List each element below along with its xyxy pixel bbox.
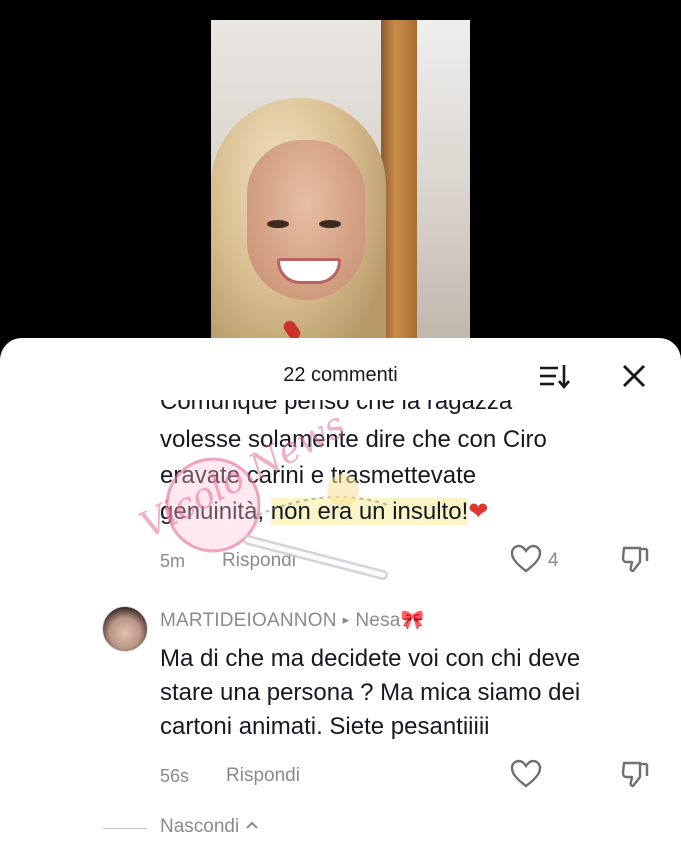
username[interactable]: MARTIDEIOANNON [160,610,337,631]
thumbs-down-icon[interactable] [620,544,650,574]
eye [319,220,341,228]
reply-button[interactable]: Rispondi [222,550,296,572]
wardrobe-door [381,20,417,350]
comment-line: cartoni animati. Siete pesantiiiii [160,713,490,740]
comments-count-title: 22 commenti [283,364,398,386]
reply-to-username[interactable]: Nesa [355,610,400,631]
comment-line: Ma di che ma decidete voi con chi deve [160,645,581,672]
avatar[interactable] [102,606,148,652]
comment-line: volesse solamente dire che con Ciro [160,426,547,453]
eye [267,220,289,228]
video-thumbnail[interactable] [211,20,470,350]
comment-author[interactable]: MARTIDEIOANNON ▸ Nesa🎀 [160,608,424,632]
heart-outline-icon[interactable] [510,544,542,574]
sort-icon[interactable] [538,362,570,390]
bow-emoji: 🎀 [400,610,425,631]
divider-line [103,828,147,829]
heart-outline-icon[interactable] [510,759,542,789]
highlighted-text: non era un insulto! [270,498,469,525]
comment-text: Ma di che ma decidete voi con chi deve s… [160,642,650,744]
comments-sheet: 22 commenti Comunque penso che la ragazz… [0,338,681,853]
hide-label: Nascondi [160,816,240,837]
reply-arrow-icon: ▸ [342,612,350,627]
hide-replies-button[interactable]: Nascondi [160,816,259,838]
comment-line: stare una persona ? Ma mica siamo dei [160,679,581,706]
like-count: 4 [548,550,559,571]
comment-timestamp: 56s [160,766,190,786]
chevron-up-icon [245,821,258,829]
heart-emoji: ❤ [468,498,489,525]
smile [277,258,341,284]
comment-timestamp: 5m [160,551,186,571]
person-face [247,140,365,300]
reply-button[interactable]: Rispondi [226,765,300,787]
thumbs-down-icon[interactable] [620,759,650,789]
close-icon[interactable] [620,362,648,390]
background-shelf [417,20,470,350]
